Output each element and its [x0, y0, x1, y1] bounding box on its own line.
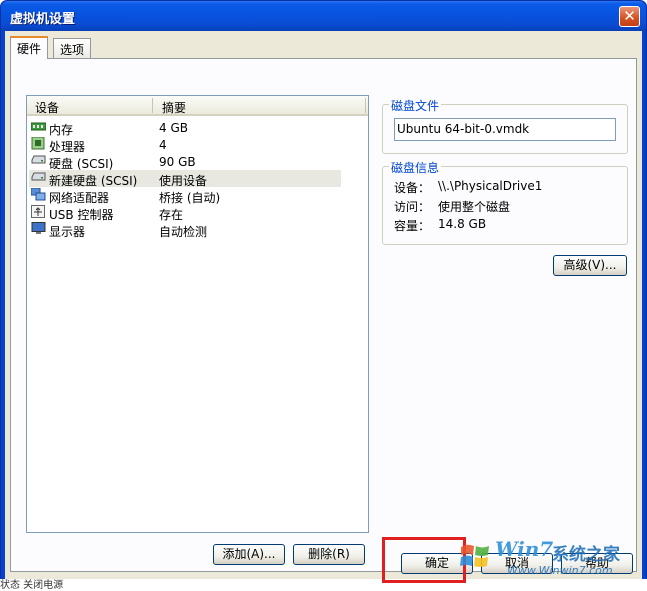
capacity-label: 容量： — [394, 219, 431, 233]
advanced-button[interactable]: 高级(V)... — [553, 255, 627, 276]
disk-file-input[interactable]: Ubuntu 64-bit-0.vmdk — [394, 118, 616, 141]
device-list[interactable]: 设备 摘要 内存 4 GB 处理器 4 硬盘 (SCSI) 90 GB 新建硬盘… — [26, 95, 369, 533]
memory-icon — [31, 122, 46, 131]
dialog-client-area: 硬件 选项 设备 摘要 内存 4 GB 处理器 4 硬盘 (SCSI) 90 G… — [5, 31, 642, 580]
capacity-value: 14.8 GB — [438, 217, 487, 231]
windows-logo-icon — [460, 544, 489, 567]
access-value: 使用整个磁盘 — [438, 200, 511, 214]
watermark-url: Www.Winwin7.com — [507, 564, 613, 577]
display-icon — [31, 222, 46, 234]
watermark-site-name: 系统之家 — [552, 545, 620, 565]
tab-hardware[interactable]: 硬件 — [10, 36, 49, 59]
remove-device-button[interactable]: 删除(R) — [293, 544, 365, 565]
device-summary: 4 GB — [159, 121, 188, 135]
disk-info-device: 设备： \\.\PhysicalDrive1 — [394, 179, 542, 196]
device-row-usb-controller[interactable]: USB 控制器 存在 — [29, 204, 341, 222]
device-row-processor[interactable]: 处理器 4 — [29, 136, 341, 154]
column-header-summary[interactable]: 摘要 — [162, 99, 186, 116]
disk-file-group: 磁盘文件 Ubuntu 64-bit-0.vmdk — [382, 97, 628, 154]
device-name: 显示器 — [49, 225, 86, 239]
hardware-tab-panel: 设备 摘要 内存 4 GB 处理器 4 硬盘 (SCSI) 90 GB 新建硬盘… — [10, 58, 637, 572]
tab-options[interactable]: 选项 — [53, 38, 92, 58]
disk-file-group-title: 磁盘文件 — [389, 97, 442, 114]
add-device-button[interactable]: 添加(A)... — [213, 544, 285, 565]
title-bar[interactable]: 虚拟机设置 ✕ — [1, 1, 646, 31]
device-row-display[interactable]: 显示器 自动检测 — [29, 221, 341, 239]
hard-disk-icon — [31, 172, 46, 181]
device-row-new-hard-disk[interactable]: 新建硬盘 (SCSI) 使用设备 — [29, 170, 341, 188]
disk-info-access: 访问： 使用整个磁盘 — [394, 198, 510, 215]
watermark-brand: Win7 — [495, 537, 554, 561]
column-separator[interactable] — [365, 98, 366, 113]
device-row-network-adapter[interactable]: 网络适配器 桥接 (自动) — [29, 187, 341, 205]
close-button[interactable]: ✕ — [619, 6, 640, 27]
device-summary: 90 GB — [159, 155, 196, 169]
window-title: 虚拟机设置 — [10, 12, 76, 27]
tab-options-label: 选项 — [60, 43, 85, 57]
device-row-hard-disk[interactable]: 硬盘 (SCSI) 90 GB — [29, 153, 341, 171]
device-summary: 自动检测 — [159, 225, 208, 239]
close-icon: ✕ — [623, 7, 636, 25]
disk-info-group-title: 磁盘信息 — [389, 159, 442, 176]
status-bar — [0, 579, 647, 585]
hard-disk-icon — [31, 155, 46, 164]
device-list-header: 设备 摘要 — [27, 96, 368, 116]
device-value: \\.\PhysicalDrive1 — [438, 179, 543, 193]
status-text: 状态 关闭电源 — [0, 580, 64, 591]
column-header-device[interactable]: 设备 — [35, 99, 59, 116]
usb-icon — [31, 205, 45, 218]
site-watermark: Win7 系统之家 Www.Winwin7.com — [452, 537, 642, 579]
processor-icon — [31, 137, 45, 150]
device-row-memory[interactable]: 内存 4 GB — [29, 119, 341, 137]
access-label: 访问： — [394, 200, 431, 214]
virtual-machine-settings-window: 虚拟机设置 ✕ 硬件 选项 设备 摘要 内存 4 GB 处理器 4 硬盘 (SC… — [0, 0, 647, 582]
disk-info-capacity: 容量： 14.8 GB — [394, 217, 486, 234]
device-label: 设备： — [394, 181, 431, 195]
column-separator[interactable] — [152, 98, 153, 113]
network-adapter-icon — [31, 188, 46, 201]
tab-hardware-label: 硬件 — [17, 42, 42, 56]
disk-info-group: 磁盘信息 设备： \\.\PhysicalDrive1 访问： 使用整个磁盘 容… — [382, 159, 628, 245]
device-summary: 4 — [159, 138, 167, 152]
